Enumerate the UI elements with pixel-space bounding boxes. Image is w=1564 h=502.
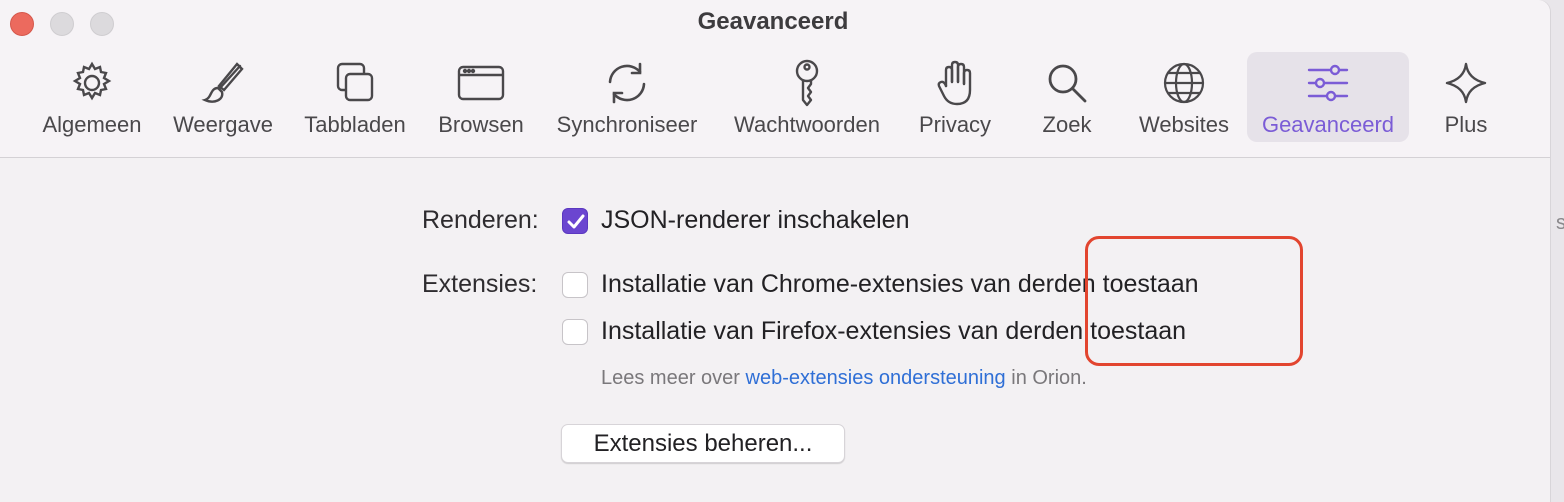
extensions-hint: Lees meer over web-extensies ondersteuni… bbox=[601, 367, 1087, 390]
highlight-annotation bbox=[1085, 236, 1303, 366]
browser-window-icon bbox=[426, 58, 536, 108]
magnifier-icon bbox=[1014, 58, 1120, 108]
key-icon bbox=[718, 58, 896, 108]
tab-plus[interactable]: Plus bbox=[1418, 52, 1514, 142]
hand-icon bbox=[904, 58, 1006, 108]
tab-label: Tabbladen bbox=[304, 112, 406, 137]
background-edge-text: s bbox=[1556, 212, 1564, 234]
sparkle-icon bbox=[1418, 58, 1514, 108]
tab-privacy[interactable]: Privacy bbox=[904, 52, 1006, 142]
window-title: Geavanceerd bbox=[697, 8, 849, 35]
tab-geavanceerd[interactable]: Geavanceerd bbox=[1247, 52, 1409, 142]
tab-synchroniseer[interactable]: Synchroniseer bbox=[544, 52, 710, 142]
tab-wachtwoorden[interactable]: Wachtwoorden bbox=[718, 52, 896, 142]
tab-algemeen[interactable]: Algemeen bbox=[30, 52, 154, 142]
extensions-label: Extensies: bbox=[422, 270, 538, 298]
preferences-window: Geavanceerd Algemeen Weergave Tabbladen … bbox=[0, 0, 1550, 502]
json-renderer-label[interactable]: JSON-renderer inschakelen bbox=[601, 206, 909, 235]
globe-icon bbox=[1128, 58, 1240, 108]
tab-label: Websites bbox=[1138, 112, 1230, 137]
hint-prefix: Lees meer over bbox=[601, 367, 746, 389]
tab-websites[interactable]: Websites bbox=[1128, 52, 1240, 142]
paintbrush-icon bbox=[162, 58, 284, 108]
gear-icon bbox=[30, 58, 154, 108]
tab-label: Synchroniseer bbox=[556, 112, 698, 137]
manage-extensions-button[interactable]: Extensies beheren... bbox=[561, 424, 845, 463]
tab-label: Browsen bbox=[438, 112, 524, 137]
tab-label: Geavanceerd bbox=[1261, 112, 1395, 137]
checkmark-icon bbox=[567, 214, 585, 229]
sliders-icon bbox=[1247, 58, 1409, 108]
tab-label: Weergave bbox=[173, 112, 273, 137]
sync-icon bbox=[544, 58, 710, 108]
firefox-extensions-checkbox[interactable] bbox=[562, 319, 588, 345]
web-extensions-support-link[interactable]: web-extensies ondersteuning bbox=[746, 367, 1006, 389]
hint-suffix: in Orion. bbox=[1005, 367, 1087, 389]
tab-label: Wachtwoorden bbox=[734, 112, 880, 137]
chrome-extensions-checkbox[interactable] bbox=[562, 272, 588, 298]
tab-label: Algemeen bbox=[42, 112, 142, 137]
tabs-icon bbox=[292, 58, 418, 108]
titlebar-toolbar: Geavanceerd Algemeen Weergave Tabbladen … bbox=[0, 0, 1550, 158]
tab-label: Plus bbox=[1444, 112, 1488, 137]
rendering-label: Renderen: bbox=[422, 206, 539, 234]
tab-zoek[interactable]: Zoek bbox=[1014, 52, 1120, 142]
json-renderer-checkbox[interactable] bbox=[562, 208, 588, 234]
tab-browsen[interactable]: Browsen bbox=[426, 52, 536, 142]
tab-tabbladen[interactable]: Tabbladen bbox=[292, 52, 418, 142]
tab-label: Privacy bbox=[918, 112, 992, 137]
tab-weergave[interactable]: Weergave bbox=[162, 52, 284, 142]
tab-label: Zoek bbox=[1042, 112, 1092, 137]
